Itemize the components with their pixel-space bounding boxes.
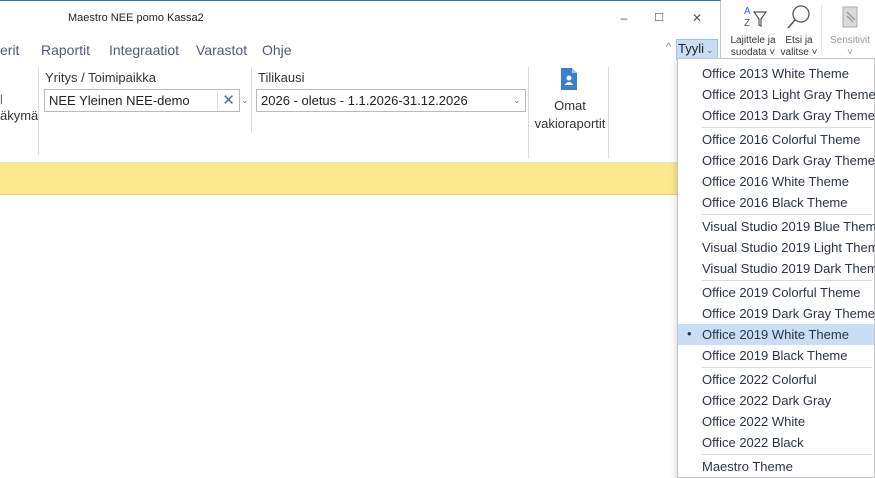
- theme-menu-item[interactable]: Office 2013 Dark Gray Theme: [678, 105, 875, 126]
- theme-menu-item[interactable]: Visual Studio 2019 Blue Theme: [678, 216, 875, 237]
- ribbon-separator: [528, 67, 529, 159]
- theme-menu-item[interactable]: Office 2013 White Theme: [678, 63, 874, 84]
- theme-menu-item[interactable]: Office 2013 Light Gray Theme: [678, 84, 875, 105]
- title-bar: Maestro NEE pomo Kassa2 – ☐ ✕: [0, 1, 720, 34]
- view-button-label[interactable]: äkymä: [0, 108, 38, 123]
- maximize-button[interactable]: ☐: [641, 1, 677, 34]
- menu-item-ohje[interactable]: Ohje: [262, 42, 292, 58]
- theme-menu-item[interactable]: Maestro Theme: [678, 456, 874, 477]
- menu-separator: [702, 214, 872, 215]
- theme-menu-item[interactable]: Office 2022 White: [678, 411, 874, 432]
- menu-item-raportit[interactable]: Raportit: [41, 42, 90, 58]
- chevron-down-icon: ⌄: [706, 45, 714, 55]
- search-icon: [787, 5, 810, 29]
- menu-separator: [702, 454, 872, 455]
- close-icon: ✕: [691, 10, 703, 25]
- period-chevron-down-icon: ⌄: [513, 95, 521, 105]
- theme-menu-item[interactable]: Office 2022 Black: [678, 432, 874, 453]
- period-label: Tilikausi: [258, 70, 305, 85]
- view-button-fragment-top: l: [0, 92, 3, 107]
- svg-text:Z: Z: [744, 18, 750, 29]
- custom-reports-label-1: Omat: [554, 98, 586, 113]
- theme-menu-item-label: Office 2013 Dark Gray Theme: [702, 108, 875, 123]
- theme-menu-item[interactable]: Visual Studio 2019 Dark Theme: [678, 258, 875, 279]
- theme-menu-item-label: Office 2019 White Theme: [702, 327, 849, 342]
- theme-menu-item[interactable]: Office 2016 Black Theme: [678, 192, 874, 213]
- selected-bullet-icon: •: [687, 326, 692, 341]
- theme-menu-item-label: Office 2022 Dark Gray: [702, 393, 832, 408]
- menu-item-integraatiot[interactable]: Integraatiot: [109, 42, 179, 58]
- collapse-ribbon-icon[interactable]: ^: [666, 41, 671, 53]
- sort-filter-icon: A Z: [744, 6, 768, 29]
- theme-menu-item[interactable]: Office 2016 Colorful Theme: [678, 129, 874, 150]
- close-button[interactable]: ✕: [679, 1, 715, 34]
- menu-item-varastot[interactable]: Varastot: [196, 42, 247, 58]
- menu-separator: [702, 367, 872, 368]
- theme-menu-item-label: Office 2016 Dark Gray Theme: [702, 153, 875, 168]
- svg-text:A: A: [744, 6, 751, 17]
- theme-menu-item-label: Office 2019 Colorful Theme: [702, 285, 861, 300]
- sensitivity-button[interactable]: Sensitivit ˅: [825, 3, 875, 59]
- ribbon-separator: [251, 67, 252, 133]
- minimize-icon: –: [620, 10, 628, 25]
- menu-separator: [702, 280, 872, 281]
- theme-menu-item-label: Office 2016 White Theme: [702, 174, 849, 189]
- minimize-button[interactable]: –: [606, 1, 642, 34]
- find-select-button[interactable]: Etsi ja valitse ˅: [777, 3, 821, 59]
- theme-menu-item-label: Office 2019 Black Theme: [702, 348, 848, 363]
- theme-menu-item[interactable]: Office 2019 Black Theme: [678, 345, 874, 366]
- sort-filter-label-1: Lajittele ja: [730, 35, 776, 46]
- menu-bar: erit Raportit Integraatiot Varastot Ohje: [0, 35, 720, 63]
- sort-filter-button[interactable]: A Z Lajittele ja suodata ˅: [727, 3, 779, 59]
- app-window: Maestro NEE pomo Kassa2 – ☐ ✕ erit Rapor…: [0, 0, 721, 478]
- find-label-1: Etsi ja: [785, 35, 813, 46]
- theme-menu-item[interactable]: Office 2022 Dark Gray: [678, 390, 874, 411]
- theme-menu-item[interactable]: Office 2019 Colorful Theme: [678, 282, 874, 303]
- theme-menu-item-label: Visual Studio 2019 Dark Theme: [702, 261, 875, 276]
- theme-menu-item[interactable]: Office 2016 Dark Gray Theme: [678, 150, 875, 171]
- menu-item-partial[interactable]: erit: [0, 42, 19, 58]
- theme-menu-item-label: Visual Studio 2019 Light Theme: [702, 240, 875, 255]
- period-value: 2026 - oletus - 1.1.2026-31.12.2026: [261, 93, 468, 108]
- theme-menu-item-label: Office 2016 Black Theme: [702, 195, 848, 210]
- theme-menu-item-label: Office 2019 Dark Gray Theme: [702, 306, 875, 321]
- theme-menu-item-label: Office 2013 White Theme: [702, 66, 849, 81]
- notice-bar: [0, 163, 720, 195]
- theme-menu-item-label: Office 2022 Black: [702, 435, 804, 450]
- theme-menu-item-label: Office 2022 Colorful: [702, 372, 817, 387]
- company-chevron-down-icon[interactable]: ⌄: [241, 95, 249, 106]
- custom-reports-label-2: vakioraportit: [534, 116, 606, 131]
- sensitivity-icon: [842, 6, 858, 28]
- sensitivity-label-1: Sensitivit: [829, 35, 870, 46]
- menu-separator: [702, 127, 872, 128]
- maximize-icon: ☐: [654, 12, 664, 24]
- custom-reports-label: Omat vakioraportit: [532, 97, 608, 133]
- company-combo[interactable]: NEE Yleinen NEE-demo: [44, 89, 240, 112]
- company-label: Yritys / Toimipaikka: [45, 70, 157, 85]
- style-menu-label: Tyyli: [678, 41, 704, 56]
- company-value: NEE Yleinen NEE-demo: [49, 93, 190, 108]
- host-ribbon: A Z Lajittele ja suodata ˅ Etsi ja valit…: [721, 0, 875, 58]
- document-user-icon: [561, 68, 577, 90]
- theme-menu-item[interactable]: Office 2016 White Theme: [678, 171, 874, 192]
- theme-menu-item-label: Maestro Theme: [702, 459, 793, 474]
- theme-menu-item[interactable]: Office 2022 Colorful: [678, 369, 874, 390]
- ribbon-separator: [608, 67, 609, 159]
- theme-menu-item[interactable]: Visual Studio 2019 Light Theme: [678, 237, 875, 258]
- ribbon-separator: [38, 67, 39, 155]
- theme-dropdown-menu: Office 2013 White Theme Office 2013 Light…: [677, 58, 875, 478]
- theme-menu-item[interactable]: • Office 2019 White Theme: [678, 324, 874, 345]
- ribbon: l äkymä Yritys / Toimipaikka Tilikausi: [0, 63, 720, 163]
- host-separator: [821, 5, 822, 53]
- theme-menu-item-label: Visual Studio 2019 Blue Theme: [702, 219, 875, 234]
- theme-menu-item-label: Office 2013 Light Gray Theme: [702, 87, 875, 102]
- theme-menu-item[interactable]: Office 2019 Dark Gray Theme: [678, 303, 875, 324]
- period-combo[interactable]: 2026 - oletus - 1.1.2026-31.12.2026 ⌄: [256, 89, 526, 112]
- window-title: Maestro NEE pomo Kassa2: [68, 12, 204, 24]
- style-menu-button[interactable]: Tyyli ⌄: [676, 39, 718, 60]
- clear-icon[interactable]: ✕: [217, 89, 239, 111]
- theme-menu-item-label: Office 2022 White: [702, 414, 806, 429]
- theme-menu-item-label: Office 2016 Colorful Theme: [702, 132, 861, 147]
